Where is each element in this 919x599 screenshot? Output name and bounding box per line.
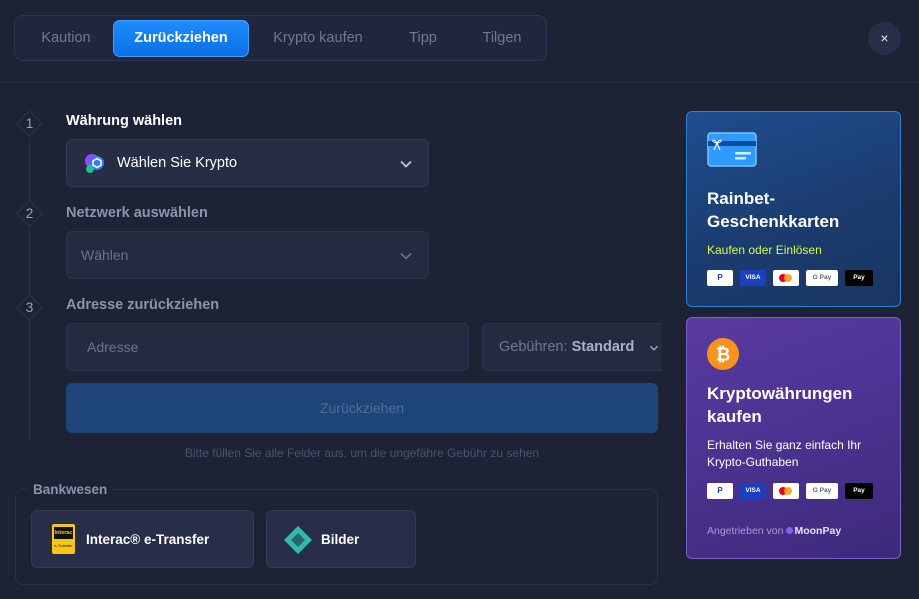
- tab-deposit[interactable]: Kaution: [35, 20, 97, 57]
- apple-pay-icon: Pay: [845, 270, 873, 286]
- currency-select-value: Wählen Sie Krypto: [117, 155, 238, 171]
- step-2-label: Netzwerk auswählen: [66, 205, 208, 221]
- network-select-value: Wählen: [81, 247, 129, 263]
- step-3-label: Adresse zurückziehen: [66, 297, 220, 313]
- bank-method-interac[interactable]: Interac e-Transfer Interac® e-Transfer: [31, 510, 254, 568]
- google-pay-icon: G Pay: [806, 270, 838, 286]
- tab-redeem[interactable]: Tilgen: [475, 20, 529, 57]
- bilder-icon: [284, 526, 312, 554]
- mastercard-icon: [773, 270, 799, 286]
- fees-select[interactable]: Gebühren: Standard: [482, 323, 662, 371]
- crypto-multi-icon: [85, 154, 104, 173]
- gift-card-promo[interactable]: Rainbet- Geschenkkarten Kaufen oder Einl…: [686, 111, 901, 307]
- tab-buy-crypto[interactable]: Krypto kaufen: [265, 20, 371, 57]
- bank-method-label: Bilder: [321, 532, 360, 547]
- apple-pay-icon: Pay: [845, 483, 873, 499]
- paypal-icon: P: [707, 483, 733, 499]
- visa-icon: VISA: [740, 270, 766, 286]
- bank-method-bilder[interactable]: Bilder: [266, 510, 416, 568]
- withdraw-tabs: Kaution Zurückziehen Krypto kaufen Tipp …: [14, 15, 547, 61]
- tab-tip[interactable]: Tipp: [403, 20, 443, 57]
- visa-icon: VISA: [740, 483, 766, 499]
- bitcoin-icon: ₿: [707, 338, 739, 370]
- banking-title: Bankwesen: [27, 482, 114, 497]
- moonpay-icon: [786, 527, 794, 535]
- close-button[interactable]: ×: [868, 22, 901, 55]
- bank-method-label: Interac® e-Transfer: [86, 532, 210, 547]
- interac-icon: Interac e-Transfer: [52, 524, 75, 554]
- fees-select-value: Gebühren: Standard: [499, 339, 635, 355]
- chevron-down-icon: [649, 345, 659, 351]
- gift-card-title: Rainbet- Geschenkkarten: [707, 189, 840, 231]
- powered-by-moonpay: Angetrieben von MoonPay: [707, 525, 842, 537]
- svg-text:₿: ₿: [716, 345, 731, 366]
- fee-hint-text: Bitte füllen Sie alle Felder aus, um die…: [184, 446, 540, 460]
- address-input[interactable]: Adresse: [66, 323, 469, 371]
- chevron-down-icon: [400, 252, 412, 260]
- step-2-marker: 2: [15, 199, 44, 228]
- header-divider: [0, 82, 919, 83]
- google-pay-icon: G Pay: [806, 483, 838, 499]
- gift-card-icon: [707, 132, 757, 167]
- tab-withdraw[interactable]: Zurückziehen: [113, 20, 249, 57]
- step-1-label: Währung wählen: [66, 113, 182, 129]
- steps-connector: [29, 138, 30, 443]
- gift-card-subtitle: Kaufen oder Einlösen: [707, 243, 822, 257]
- currency-select[interactable]: Wählen Sie Krypto: [66, 139, 429, 187]
- step-3-marker: 3: [15, 293, 44, 322]
- step-1-marker: 1: [15, 109, 44, 138]
- buy-crypto-title: Kryptowährungen kaufen: [707, 384, 853, 426]
- chevron-down-icon: [400, 160, 412, 168]
- network-select[interactable]: Wählen: [66, 231, 429, 279]
- withdraw-submit-button[interactable]: Zurückziehen: [66, 383, 658, 433]
- buy-crypto-promo[interactable]: ₿ Kryptowährungen kaufen Erhalten Sie ga…: [686, 317, 901, 559]
- mastercard-icon: [773, 483, 799, 499]
- close-icon: ×: [880, 30, 889, 46]
- paypal-icon: P: [707, 270, 733, 286]
- buy-crypto-subtitle: Erhalten Sie ganz einfach Ihr Krypto-Gut…: [707, 438, 862, 469]
- address-input-placeholder: Adresse: [87, 339, 139, 355]
